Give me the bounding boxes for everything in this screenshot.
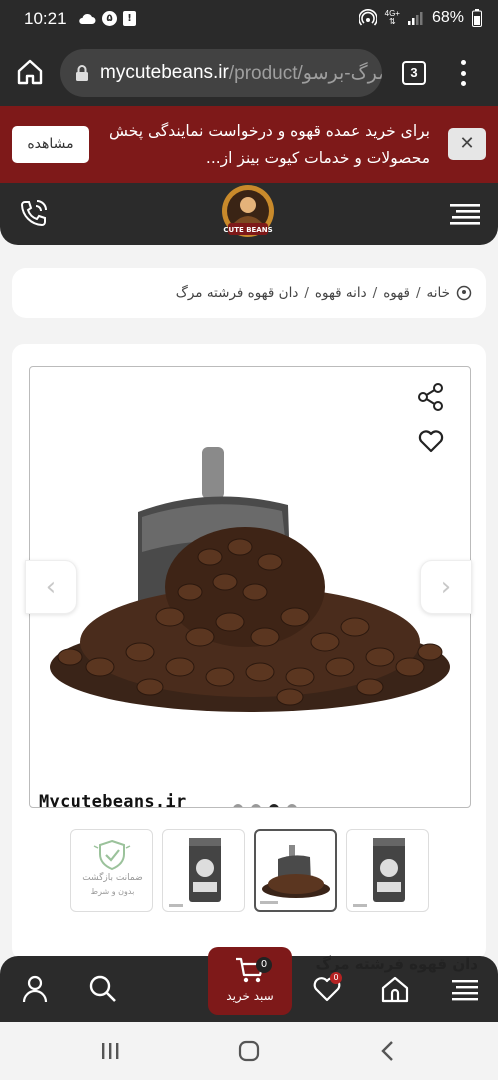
status-left-icons: ۵ ! (78, 11, 136, 26)
recent-apps-icon[interactable] (100, 1041, 120, 1061)
watermark-text: Mycutebeans.ir (39, 792, 187, 808)
guarantee-text: ضمانت بازگشت بدون و شرط (71, 872, 152, 898)
location-pin-icon (456, 285, 472, 301)
cloud-icon (79, 13, 96, 24)
tab-switcher-button[interactable]: 3 (402, 61, 426, 85)
cart-label: سبد خرید (226, 989, 274, 1003)
carousel-dot[interactable] (251, 804, 261, 807)
chevron-left-icon: ‹ (45, 572, 57, 602)
menu-icon[interactable] (450, 974, 480, 1004)
browser-toolbar: mycutebeans.ir/product/دان-قهوه-فرشته-مر… (0, 40, 498, 106)
coffee-bag-image (353, 838, 405, 907)
cart-count-badge: 0 (256, 957, 272, 973)
android-navigation-bar (0, 1022, 498, 1080)
wishlist-heart-icon[interactable] (418, 429, 444, 453)
coffee-bag-image (169, 838, 221, 907)
breadcrumb-current: دان قهوه فرشته مرگ (175, 285, 299, 301)
url-domain: mycutebeans.ir (100, 62, 229, 83)
hotspot-icon (358, 9, 377, 26)
network-type-icon: 4G+ ⇅ (384, 9, 400, 26)
search-icon[interactable] (88, 974, 118, 1004)
promo-text: برای خرید عمده قهوه و درخواست نمایندگی پ… (108, 122, 430, 167)
carousel-next-button[interactable]: › (420, 560, 472, 614)
battery-icon (472, 9, 482, 27)
product-card: Mycutebeans.ir ‹ › ضمانت بازگشت بدون و ش… (12, 344, 486, 960)
breadcrumb-coffee-beans[interactable]: دانه قهوه (315, 285, 367, 301)
back-icon[interactable] (380, 1040, 396, 1062)
alert-icon: ! (123, 11, 136, 26)
cart-button[interactable]: 0 سبد خرید (208, 947, 292, 1015)
thumbnail-strip: ضمانت بازگشت بدون و شرط (70, 829, 430, 913)
breadcrumb-coffee[interactable]: قهوه (383, 285, 410, 301)
site-header: CUTE BEANS (0, 183, 498, 245)
product-image-gallery[interactable]: Mycutebeans.ir (29, 366, 471, 808)
breadcrumb-home[interactable]: خانه (427, 285, 450, 301)
url-path: /product/دان-قهوه-فرشته-مرگ-برسو (228, 62, 382, 84)
home-icon[interactable] (380, 974, 410, 1004)
signal-icon (407, 12, 423, 25)
breadcrumb-separator: / (304, 285, 309, 301)
battery-percent: 68% (431, 9, 464, 26)
carousel-dot[interactable] (287, 804, 297, 807)
notification-badge-icon: ۵ (102, 11, 117, 26)
status-bar: 10:21 ۵ ! 4G+ ⇅ 68% (0, 0, 498, 40)
carousel-dots (233, 804, 297, 807)
promo-view-button[interactable]: مشاهده (12, 126, 89, 163)
share-icon[interactable] (416, 382, 446, 412)
cute-beans-logo[interactable]: CUTE BEANS (216, 183, 280, 243)
product-title: دان قهوه فرشته مرگ (315, 955, 478, 973)
address-bar[interactable]: mycutebeans.ir/product/دان-قهوه-فرشته-مر… (60, 49, 382, 97)
shield-check-icon (93, 839, 131, 871)
guarantee-title: ضمانت بازگشت (82, 873, 143, 883)
thumbnail-bag-front[interactable] (162, 829, 245, 912)
account-icon[interactable] (20, 974, 50, 1004)
home-icon[interactable] (16, 58, 44, 86)
carousel-dot[interactable] (233, 804, 243, 807)
lock-icon (76, 65, 88, 81)
coffee-beans-scoop-image (50, 447, 450, 712)
carousel-dot-active[interactable] (269, 804, 279, 807)
thumbnail-bag-back[interactable] (346, 829, 429, 912)
status-right-icons: 4G+ ⇅ 68% (358, 9, 482, 27)
chevron-right-icon: › (440, 572, 452, 602)
promo-close-button[interactable]: ✕ (448, 128, 486, 160)
status-time: 10:21 (24, 9, 67, 28)
breadcrumb-separator: / (415, 285, 421, 301)
phone-icon[interactable] (18, 197, 50, 229)
guarantee-subtitle: بدون و شرط (90, 887, 135, 896)
browser-menu-icon[interactable] (456, 60, 470, 86)
wishlist-count-badge: 0 (330, 972, 342, 984)
hamburger-menu-icon[interactable] (450, 203, 480, 225)
beans-scoop-thumbnail (260, 845, 330, 904)
thumbnail-guarantee[interactable]: ضمانت بازگشت بدون و شرط (70, 829, 153, 912)
carousel-prev-button[interactable]: ‹ (25, 560, 77, 614)
breadcrumb-separator: / (372, 285, 378, 301)
promo-banner: مشاهده برای خرید عمده قهوه و درخواست نما… (0, 106, 498, 183)
home-circle-icon[interactable] (238, 1040, 260, 1062)
logo-text: CUTE BEANS (223, 226, 272, 234)
breadcrumb: خانه / قهوه / دانه قهوه / دان قهوه فرشته… (12, 268, 486, 318)
thumbnail-beans-active[interactable] (254, 829, 337, 912)
